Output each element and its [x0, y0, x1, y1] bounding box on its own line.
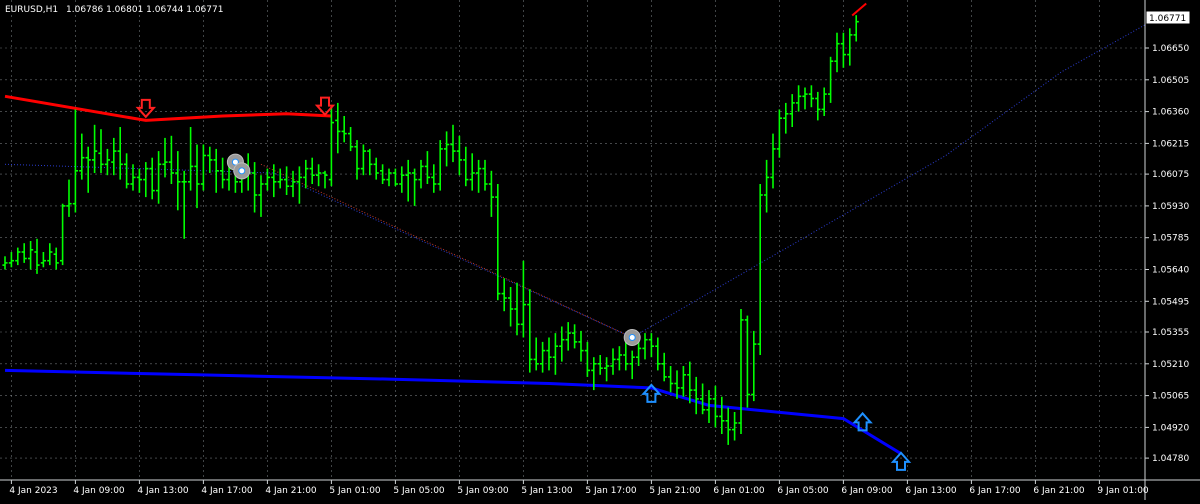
price-tick-label: 1.05640	[1152, 266, 1189, 276]
time-tick-label: 5 Jan 21:00	[649, 486, 701, 496]
price-tick-label: 1.05930	[1152, 202, 1189, 212]
time-tick-label: 4 Jan 09:00	[73, 486, 125, 496]
price-tick-label: 1.06360	[1152, 108, 1189, 118]
signal-dot-icon	[628, 333, 636, 341]
time-tick-label: 5 Jan 05:00	[393, 486, 445, 496]
chart-background	[0, 0, 1200, 500]
chart-window[interactable]: 1.06650 1.06505 1.06360 1.06215 1.06075 1.059…	[0, 0, 1200, 500]
price-tick-label: 1.06215	[1152, 139, 1189, 149]
price-tick-label: 1.05065	[1152, 392, 1189, 402]
time-tick-label: 6 Jan 01:00	[713, 486, 765, 496]
signal-dot-icon	[238, 167, 246, 175]
current-price-label: 1.06771	[1149, 14, 1186, 24]
price-chart[interactable]: 1.06650 1.06505 1.06360 1.06215 1.06075 1.059…	[0, 0, 1200, 500]
time-tick-label: 5 Jan 01:00	[329, 486, 381, 496]
ohlc-readout: 1.06786 1.06801 1.06744 1.06771	[66, 5, 223, 15]
price-tick-label: 1.05355	[1152, 328, 1189, 338]
price-tick-label: 1.05785	[1152, 234, 1189, 244]
price-tick-label: 1.06075	[1152, 170, 1189, 180]
time-tick-label: 6 Jan 05:00	[777, 486, 829, 496]
price-tick-label: 1.05210	[1152, 360, 1189, 370]
time-tick-label: 4 Jan 13:00	[137, 486, 189, 496]
symbol-label: EURUSD,H1	[5, 5, 58, 15]
time-tick-label: 9 Jan 01:00	[1097, 486, 1149, 496]
time-tick-label: 5 Jan 09:00	[457, 486, 509, 496]
time-tick-label: 6 Jan 09:00	[841, 486, 893, 496]
time-tick-label: 6 Jan 13:00	[905, 486, 957, 496]
time-tick-label: 6 Jan 21:00	[1033, 486, 1085, 496]
chart-header: EURUSD,H1 1.06786 1.06801 1.06744 1.0677…	[5, 5, 223, 15]
time-tick-label: 6 Jan 17:00	[969, 486, 1021, 496]
time-tick-label: 4 Jan 21:00	[265, 486, 317, 496]
time-tick-label: 5 Jan 13:00	[521, 486, 573, 496]
current-price-tag: 1.06771	[1145, 10, 1191, 25]
price-tick-label: 1.04920	[1152, 423, 1189, 433]
time-tick-label: 5 Jan 17:00	[585, 486, 637, 496]
price-tick-label: 1.06505	[1152, 76, 1189, 86]
price-tick-label: 1.05495	[1152, 297, 1189, 307]
price-tick-label: 1.04780	[1152, 454, 1189, 464]
time-tick-label: 4 Jan 17:00	[201, 486, 253, 496]
price-tick-label: 1.06650	[1152, 44, 1189, 54]
time-tick-label: 4 Jan 2023	[9, 486, 57, 496]
